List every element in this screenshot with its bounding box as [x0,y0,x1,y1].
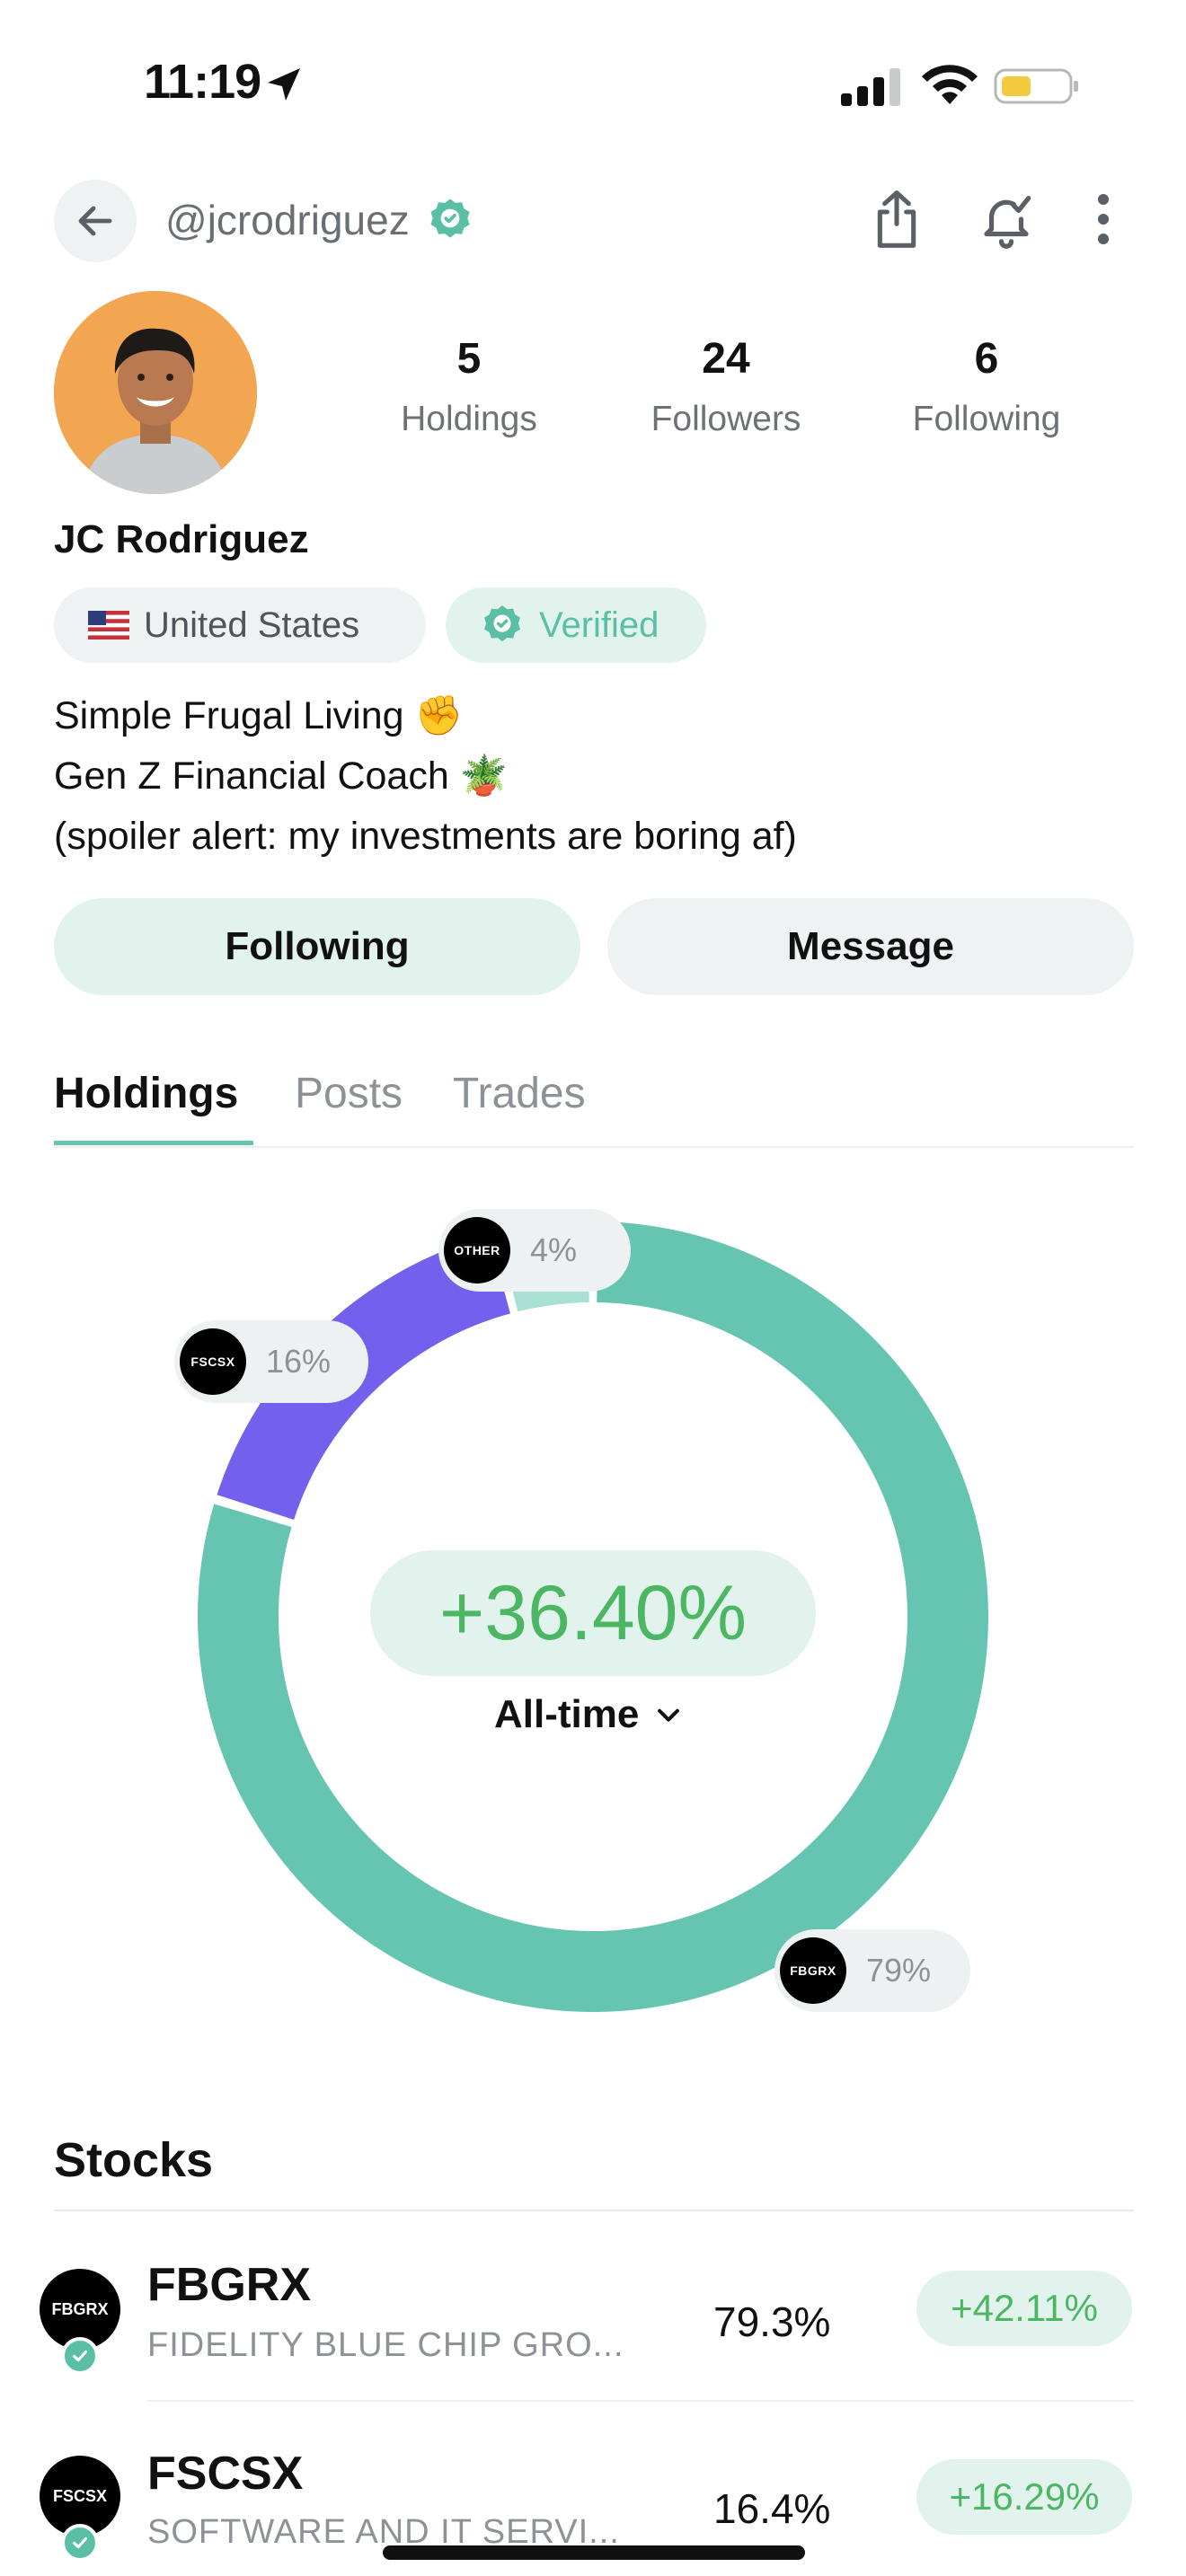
segment-label-other: OTHER 4% [438,1209,631,1292]
message-button[interactable]: Message [607,898,1134,995]
check-badge-icon [61,2337,99,2375]
tab-holdings[interactable]: Holdings [54,1069,238,1118]
country-chip: United States [54,587,426,663]
stock-ticker: FSCSX [147,2448,304,2500]
verified-badge-icon [484,605,520,642]
status-time: 11:19 [144,55,261,109]
profile-bio: Simple Frugal Living ✊ Gen Z Financial C… [54,686,797,867]
stat-following[interactable]: 6 Following [888,334,1085,439]
stock-ticker: FBGRX [147,2259,311,2311]
verified-badge-icon [430,198,470,238]
share-button[interactable] [864,187,929,251]
stat-holdings[interactable]: 5 Holdings [370,334,568,439]
avatar [54,291,257,494]
stocks-section-title: Stocks [54,2133,214,2187]
stock-allocation: 79.3% [713,2298,831,2345]
verified-label: Verified [539,604,659,645]
tab-posts[interactable]: Posts [295,1069,403,1118]
stat-followers[interactable]: 24 Followers [627,334,825,439]
period-label: All-time [494,1692,640,1736]
us-flag-icon [88,611,129,640]
bio-line: (spoiler alert: my investments are borin… [54,815,797,858]
stock-row-fbgrx[interactable]: FBGRX FBGRX FIDELITY BLUE CHIP GRO... 79… [0,2245,1186,2398]
period-selector[interactable]: All-time [494,1692,684,1737]
stock-name: FIDELITY BLUE CHIP GRO... [147,2326,624,2364]
stat-label: Followers [651,400,801,438]
segment-label-fscsx: FSCSX 16% [174,1320,368,1403]
battery-icon [994,68,1078,104]
stock-allocation: 16.4% [713,2485,831,2532]
chevron-down-icon [658,1708,680,1722]
tab-active-indicator [54,1141,253,1145]
country-label: United States [144,604,360,645]
avatar-image [54,291,257,494]
bio-line: Simple Frugal Living ✊ [54,694,464,737]
arrow-left-icon [78,206,112,236]
profile-name: JC Rodriguez [54,517,309,561]
stock-gain: +42.11% [916,2271,1132,2346]
home-indicator [383,2545,805,2560]
ticker-logo: FBGRX [780,1937,846,2004]
location-arrow-icon [268,68,300,101]
bell-check-icon [984,196,1031,249]
verified-chip: Verified [446,587,706,663]
stock-gain: +16.29% [916,2459,1132,2535]
share-icon [877,190,916,248]
stat-value: 24 [702,335,750,383]
stat-value: 6 [974,335,999,383]
wifi-icon [922,65,978,104]
cellular-signal-icon [841,68,900,106]
segment-label-fbgrx: FBGRX 79% [774,1929,970,2012]
more-options-button[interactable] [1076,187,1130,251]
check-badge-icon [61,2524,99,2562]
stat-label: Following [912,400,1061,438]
username-text: @jcrodriguez [165,197,410,243]
portfolio-return: +36.40% [370,1550,816,1676]
bio-line: Gen Z Financial Coach 🪴 [54,754,509,798]
back-button[interactable] [54,180,137,262]
stat-value: 5 [456,335,482,383]
following-button[interactable]: Following [54,898,580,995]
stat-label: Holdings [401,400,537,438]
more-vertical-icon [1097,193,1110,245]
ticker-logo: FSCSX [180,1328,246,1395]
segment-percent: 4% [530,1231,578,1268]
tab-trades[interactable]: Trades [453,1069,586,1118]
tab-divider [54,1146,1134,1148]
profile-username: @jcrodriguez [165,196,474,244]
row-divider [147,2400,1134,2402]
notifications-button[interactable] [974,187,1039,251]
stocks-divider [54,2210,1134,2211]
ticker-logo: OTHER [444,1217,510,1284]
segment-percent: 16% [266,1343,332,1380]
segment-percent: 79% [866,1952,932,1989]
